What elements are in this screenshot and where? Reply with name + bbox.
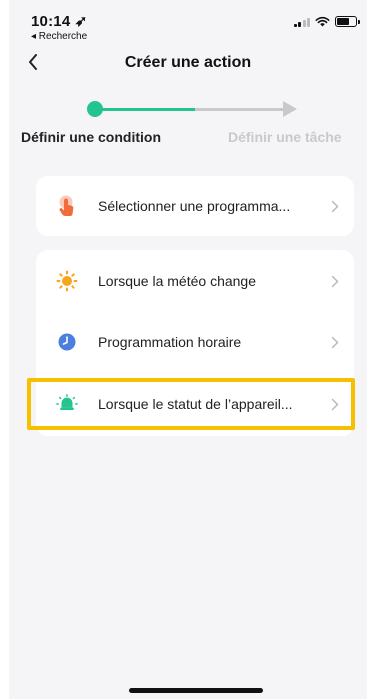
back-to-app-link[interactable]: ◂ Recherche xyxy=(31,31,87,42)
nav-bar: Créer une action xyxy=(9,48,367,78)
progress-stepper: Définir une condition Définir une tâche xyxy=(9,95,367,155)
device-status-row[interactable]: Lorsque le statut de l’appareil... xyxy=(36,376,354,432)
device-status-label: Lorsque le statut de l’appareil... xyxy=(98,396,293,412)
step-remaining-line xyxy=(195,108,285,111)
chevron-right-icon xyxy=(330,199,340,213)
weather-change-label: Lorsque la météo change xyxy=(98,273,256,289)
hand-pointer-icon xyxy=(56,195,78,217)
weather-change-row[interactable]: Lorsque la météo change xyxy=(36,253,354,309)
select-schedule-row[interactable]: Sélectionner une programma... xyxy=(36,178,354,234)
step-2-label: Définir une tâche xyxy=(228,129,342,145)
wifi-icon xyxy=(315,16,330,27)
status-bar: 10:14 ➶ ◂ Recherche xyxy=(9,0,367,44)
time-schedule-label: Programmation horaire xyxy=(98,334,242,350)
chevron-right-icon xyxy=(330,335,340,349)
schedule-card: Sélectionner une programma... xyxy=(36,176,354,236)
step-arrow-icon xyxy=(283,101,297,117)
chevron-right-icon xyxy=(330,274,340,288)
sun-icon xyxy=(56,270,78,292)
step-progress-line xyxy=(101,108,195,111)
status-time: 10:14 ➶ xyxy=(31,13,88,30)
chevron-right-icon xyxy=(330,397,340,411)
device-status-icon xyxy=(56,393,78,415)
battery-icon xyxy=(335,16,360,27)
page-title: Créer une action xyxy=(124,54,252,71)
status-icons xyxy=(293,16,360,27)
clock-icon xyxy=(56,331,78,353)
select-schedule-label: Sélectionner une programma... xyxy=(98,198,291,214)
step-1-label: Définir une condition xyxy=(21,129,161,145)
home-indicator[interactable] xyxy=(129,688,263,693)
signal-icon xyxy=(293,17,310,27)
conditions-card: Lorsque la météo change Programmation ho… xyxy=(36,250,354,436)
time-schedule-row[interactable]: Programmation horaire xyxy=(36,314,354,370)
app-screen: 10:14 ➶ ◂ Recherche Créer une action Déf xyxy=(9,0,367,699)
